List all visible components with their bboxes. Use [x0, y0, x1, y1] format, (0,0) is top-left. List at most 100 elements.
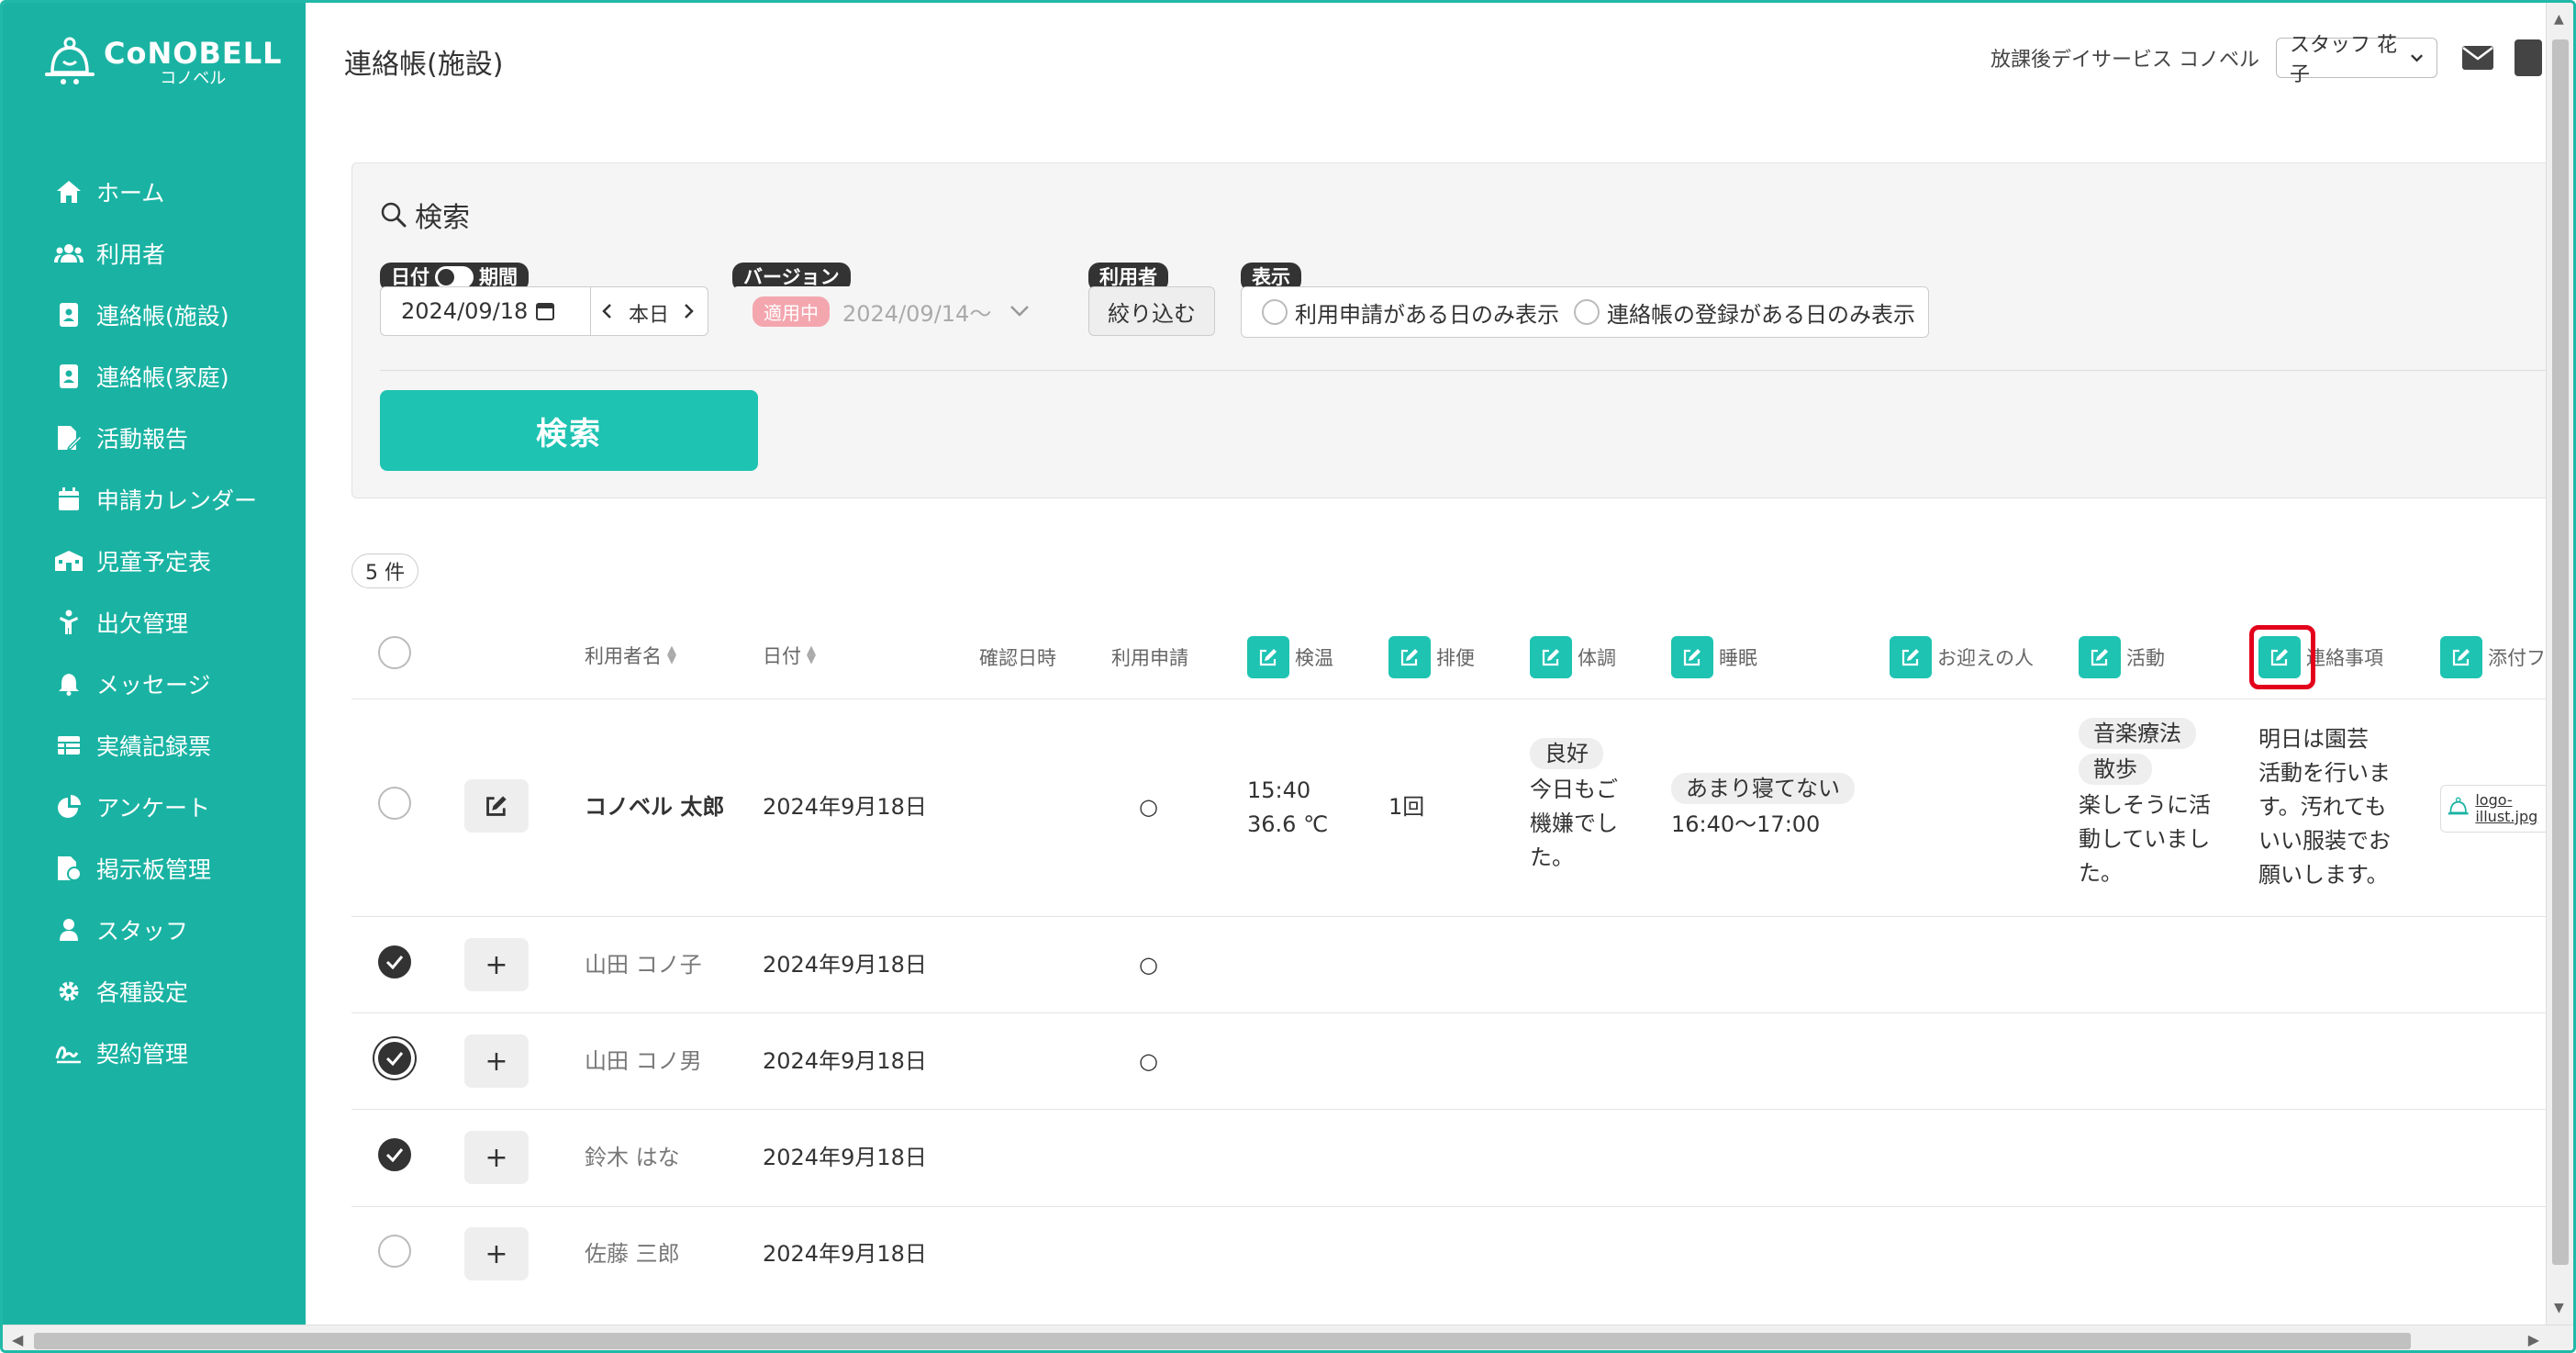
- activity-note-line: 楽しそうに活: [2079, 792, 2211, 818]
- chevron-left-icon[interactable]: [601, 303, 612, 319]
- period-toggle-switch[interactable]: [435, 266, 474, 288]
- horizontal-scrollbar[interactable]: ◀ ▶: [3, 1325, 2573, 1350]
- sidebar-item-activity-report[interactable]: 活動報告: [54, 407, 257, 468]
- application-mark: ○: [1139, 952, 1158, 978]
- sidebar-item-calendar[interactable]: 申請カレンダー: [54, 468, 257, 530]
- row-divider: [351, 916, 2554, 917]
- sidebar-item-contracts[interactable]: 契約管理: [54, 1022, 257, 1083]
- row-checkbox[interactable]: [378, 1042, 411, 1075]
- plus-icon: +: [485, 948, 508, 981]
- user-name[interactable]: 山田 コノ男: [585, 1045, 702, 1079]
- option-application-only-label[interactable]: 利用申請がある日のみ表示: [1295, 296, 1559, 329]
- column-header-name[interactable]: 利用者名 ▲ ▼: [585, 642, 676, 669]
- option-application-only-radio[interactable]: [1262, 299, 1288, 325]
- activity-cell[interactable]: 音楽療法 散歩 楽しそうに活 動していまし た。: [2079, 717, 2211, 890]
- staff-select-value: スタッフ 花子: [2290, 34, 2397, 86]
- bowel-cell[interactable]: 1回: [1388, 790, 1424, 824]
- row-checkbox[interactable]: [378, 1138, 411, 1171]
- sidebar-item-staff[interactable]: スタッフ: [54, 899, 257, 960]
- scroll-down-arrow[interactable]: ▼: [2554, 1301, 2564, 1315]
- edit-column-activity-button[interactable]: [2079, 636, 2121, 678]
- notes-cell[interactable]: 明日は園芸 活動を行いま す。汚れても いい服装でお 願いします。: [2258, 722, 2391, 892]
- column-header-date[interactable]: 日付 ▲ ▼: [763, 642, 816, 669]
- scrollbar-thumb[interactable]: [34, 1333, 2411, 1349]
- scroll-right-arrow[interactable]: ▶: [2528, 1331, 2539, 1348]
- sleep-cell[interactable]: あまり寝てない 16:40〜17:00: [1671, 772, 1855, 842]
- version-status-badge: 適用中: [753, 296, 830, 327]
- activity-badge: 散歩: [2079, 754, 2152, 785]
- mail-icon[interactable]: [2461, 45, 2494, 71]
- edit-column-pickup-button[interactable]: [1890, 636, 1932, 678]
- user-name[interactable]: 鈴木 はな: [585, 1141, 680, 1175]
- sidebar-item-board[interactable]: 掲示板管理: [54, 837, 257, 899]
- sidebar-item-schedule[interactable]: 児童予定表: [54, 530, 257, 591]
- search-icon: [381, 202, 407, 228]
- row-checkbox[interactable]: [378, 787, 411, 820]
- sort-icon[interactable]: ▲ ▼: [807, 644, 816, 665]
- sidebar-item-label: アンケート: [96, 794, 211, 822]
- sidebar-item-users[interactable]: 利用者: [54, 222, 257, 284]
- column-label: お迎えの人: [1937, 647, 2034, 669]
- search-panel: 検索 日付 期間 2024/09/18 本日 バージョン 適用中 2024/09…: [351, 162, 2554, 498]
- column-label: 利用者名: [585, 645, 662, 667]
- sidebar-item-records[interactable]: 実績記録票: [54, 714, 257, 776]
- sidebar-item-settings[interactable]: 各種設定: [54, 960, 257, 1022]
- filter-users-button[interactable]: 絞り込む: [1088, 286, 1215, 336]
- today-button[interactable]: 本日: [629, 298, 669, 328]
- column-label: 睡眠: [1719, 647, 1757, 669]
- calendar-icon[interactable]: [535, 301, 555, 321]
- sidebar-item-contact-book-facility[interactable]: 連絡帳(施設): [54, 284, 257, 345]
- select-all-checkbox[interactable]: [378, 636, 411, 669]
- edit-column-condition-button[interactable]: [1530, 636, 1572, 678]
- user-name[interactable]: 佐藤 三郎: [585, 1237, 680, 1271]
- edit-column-bowel-button[interactable]: [1388, 636, 1431, 678]
- user-name[interactable]: コノベル 太郎: [585, 790, 724, 824]
- add-row-button[interactable]: +: [464, 1227, 529, 1280]
- sort-icon[interactable]: ▲ ▼: [667, 644, 676, 665]
- edit-row-button[interactable]: [464, 779, 529, 833]
- row-divider: [351, 1109, 2554, 1110]
- attachment-filename[interactable]: logo-illust.jpg: [2475, 792, 2549, 825]
- row-checkbox[interactable]: [378, 945, 411, 978]
- brand-name: CoNOBELL: [104, 36, 283, 71]
- user-name[interactable]: 山田 コノ子: [585, 948, 702, 982]
- sidebar-item-message[interactable]: メッセージ: [54, 653, 257, 714]
- plus-icon: +: [485, 1045, 508, 1078]
- version-select[interactable]: 適用中 2024/09/14〜: [732, 286, 1059, 336]
- edit-column-sleep-button[interactable]: [1671, 636, 1713, 678]
- scroll-left-arrow[interactable]: ◀: [12, 1331, 23, 1348]
- column-label: 排便: [1436, 647, 1475, 669]
- scrollbar-thumb[interactable]: [2552, 39, 2569, 1265]
- home-icon: [54, 177, 84, 207]
- condition-cell[interactable]: 良好 今日もご 機嫌でし た。: [1530, 737, 1618, 875]
- sidebar-item-attendance[interactable]: 出欠管理: [54, 591, 257, 653]
- sidebar-item-contact-book-home[interactable]: 連絡帳(家庭): [54, 345, 257, 407]
- add-row-button[interactable]: +: [464, 938, 529, 991]
- sidebar-item-label: ホーム: [96, 179, 165, 207]
- notes-line: す。汚れても: [2258, 794, 2387, 820]
- temperature-cell[interactable]: 15:40 36.6 ℃: [1247, 774, 1328, 842]
- account-icon[interactable]: [2515, 39, 2542, 76]
- sidebar-item-home[interactable]: ホーム: [54, 161, 257, 222]
- option-registered-only-radio[interactable]: [1574, 299, 1600, 325]
- vertical-scrollbar[interactable]: ▲ ▼: [2546, 3, 2573, 1325]
- sidebar-item-survey[interactable]: アンケート: [54, 776, 257, 837]
- add-row-button[interactable]: +: [464, 1034, 529, 1088]
- option-registered-only-label[interactable]: 連絡帳の登録がある日のみ表示: [1607, 296, 1915, 329]
- edit-column-temperature-button[interactable]: [1247, 636, 1289, 678]
- chevron-right-icon[interactable]: [684, 303, 695, 319]
- page-title: 連絡帳(施設): [344, 49, 504, 81]
- staff-select[interactable]: スタッフ 花子: [2276, 34, 2437, 86]
- contact-book-icon: [54, 300, 84, 330]
- search-button[interactable]: 検索: [380, 390, 758, 471]
- add-row-button[interactable]: +: [464, 1131, 529, 1184]
- highlight-box: [2249, 625, 2315, 689]
- edit-column-attachment-button[interactable]: [2440, 636, 2482, 678]
- staff-icon: [54, 915, 84, 945]
- date-field[interactable]: 2024/09/18 本日: [380, 286, 708, 336]
- row-checkbox[interactable]: [378, 1235, 411, 1268]
- edit-icon: [2091, 649, 2108, 666]
- brand-logo[interactable]: CoNOBELL コノベル: [43, 36, 282, 91]
- scroll-up-arrow[interactable]: ▲: [2554, 12, 2564, 27]
- attachment-file[interactable]: logo-illust.jpg: [2440, 785, 2550, 833]
